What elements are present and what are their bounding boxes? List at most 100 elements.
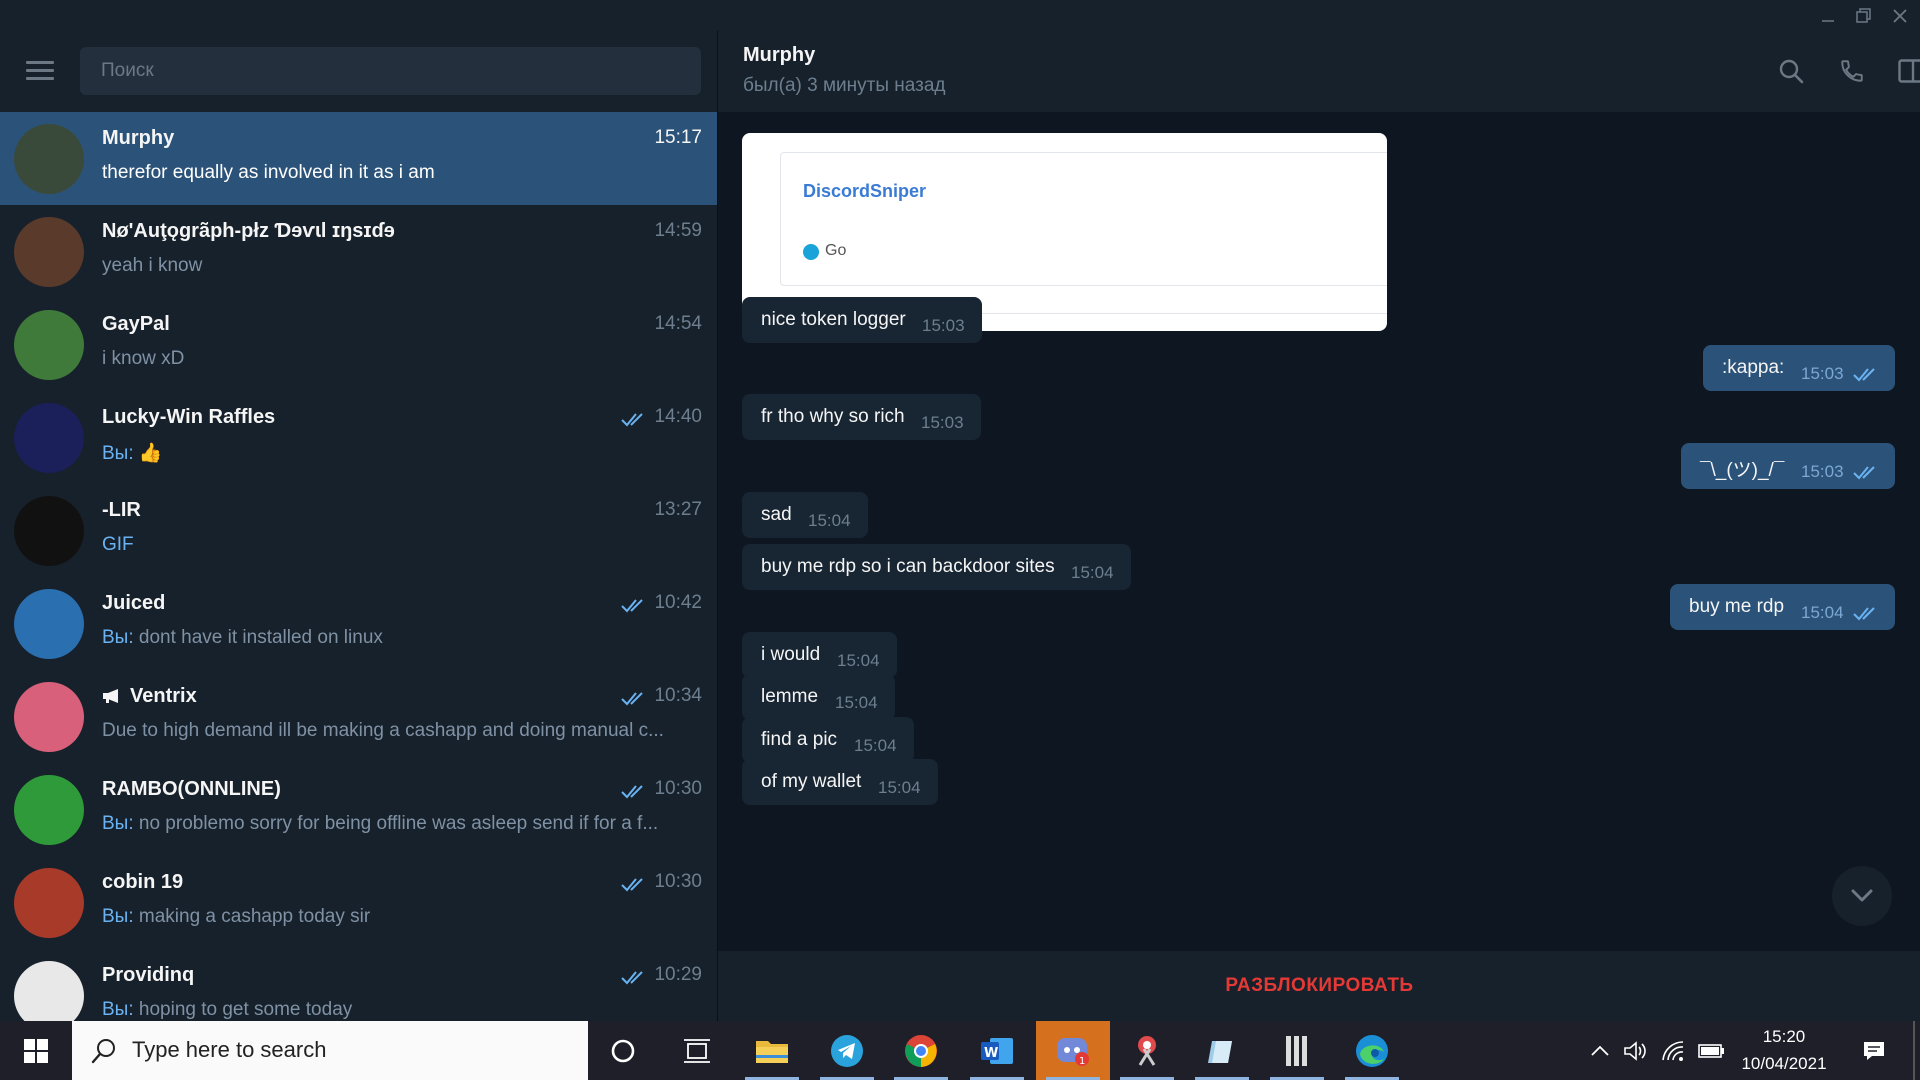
chat-list-item[interactable]: Juiced 10:42 Вы: dont have it installed on… [0, 577, 717, 670]
avatar [14, 403, 84, 473]
incoming-message[interactable]: buy me rdp so i can backdoor sites 15:04 [742, 544, 1131, 590]
message-history[interactable]: DiscordSniper Go nice token logger 15:03:… [717, 112, 1920, 951]
chat-time: 14:40 [654, 406, 702, 427]
chat-name-text: cobin 19 [102, 871, 184, 893]
preview-status: Go [825, 242, 847, 259]
cortana-icon [611, 1039, 635, 1062]
chat-preview-text: GIF [102, 534, 134, 555]
chat-time: 10:30 [654, 778, 702, 799]
message-time: 15:04 [1071, 563, 1114, 582]
app-icon [1286, 1035, 1307, 1066]
message-time: 15:04 [854, 736, 897, 755]
chat-name: Ventrix [102, 685, 197, 708]
chat-preview: GIF [102, 534, 700, 556]
incoming-message[interactable]: find a pic 15:04 [742, 717, 914, 763]
message-time: 15:03 [921, 413, 964, 432]
chat-time: 15:17 [654, 127, 702, 148]
volume-button[interactable] [1618, 1021, 1652, 1080]
chat-preview: Вы: making a cashapp today sir [102, 906, 700, 928]
you-prefix: Вы: [102, 443, 134, 464]
clock-date[interactable]: 10/04/2021 [1736, 1054, 1832, 1074]
avatar [14, 961, 84, 1021]
unblock-button[interactable]: РАЗБЛОКИРОВАТЬ [718, 951, 1920, 1021]
taskbar-edge[interactable] [1335, 1021, 1409, 1080]
incoming-message[interactable]: sad 15:04 [742, 492, 868, 538]
taskbar-file-explorer[interactable] [735, 1021, 809, 1080]
outgoing-message[interactable]: :kappa: 15:03 [1703, 345, 1895, 391]
taskbar-search-placeholder: Type here to search [132, 1037, 327, 1062]
chat-time: 13:27 [654, 499, 702, 520]
incoming-message[interactable]: fr tho why so rich 15:03 [742, 394, 981, 440]
avatar [14, 310, 84, 380]
restore-button[interactable] [1844, 0, 1884, 31]
taskbar-notes[interactable] [1185, 1021, 1259, 1080]
read-checkmarks-icon [621, 969, 647, 985]
taskbar-chrome[interactable] [884, 1021, 958, 1080]
chat-time: 14:59 [654, 220, 702, 241]
chat-preview: yeah i know [102, 255, 700, 277]
read-checkmarks-icon [621, 411, 647, 427]
incoming-message[interactable]: nice token logger 15:03 [742, 297, 982, 343]
peer-name[interactable]: Murphy [743, 44, 815, 67]
outgoing-message[interactable]: ¯\_(ツ)_/¯ 15:03 [1681, 443, 1895, 489]
chat-name: RAMBO(ONNLINE) [102, 778, 281, 801]
you-prefix: Вы: [102, 627, 134, 648]
preview-title: DiscordSniper [803, 181, 927, 201]
taskbar-word[interactable]: W [960, 1021, 1034, 1080]
close-button[interactable] [1880, 0, 1920, 31]
chat-list-item[interactable]: cobin 19 10:30 Вы: making a cashapp today … [0, 856, 717, 949]
clock-time[interactable]: 15:20 [1736, 1027, 1832, 1047]
chat-preview: Вы: dont have it installed on linux [102, 627, 700, 649]
battery-button[interactable] [1694, 1021, 1730, 1080]
chat-list-item[interactable]: Murphy 15:17 therefor equally as involved … [0, 112, 717, 205]
cortana-button[interactable] [586, 1021, 660, 1080]
discord-icon: 1 [1057, 1037, 1089, 1067]
chat-list-item[interactable]: Lucky-Win Raffles 14:40 Вы: 👍 [0, 391, 717, 484]
start-button[interactable] [0, 1021, 72, 1080]
incoming-message[interactable]: of my wallet 15:04 [742, 759, 938, 805]
chat-time: 10:29 [654, 964, 702, 985]
chat-preview-text: making a cashapp today sir [138, 906, 371, 927]
taskbar-discord[interactable]: 1 [1036, 1021, 1110, 1080]
chat-list-item[interactable]: Nø'Auţǫgrãph-płz Ɗɘѵɩl ɪŋsɪɗɘ 14:59 yeah i… [0, 205, 717, 298]
taskbar-app[interactable] [1260, 1021, 1334, 1080]
chat-name: Juiced [102, 592, 165, 615]
chat-time: 14:54 [654, 313, 702, 334]
chevron-up-icon [1591, 1045, 1609, 1056]
chat-name-text: GayPal [102, 313, 170, 335]
chat-preview-text: 👍 [138, 443, 163, 464]
phone-icon[interactable] [1834, 53, 1870, 89]
chat-name-text: RAMBO(ONNLINE) [102, 778, 281, 800]
chat-list-item[interactable]: -LIR 13:27 GIF [0, 484, 717, 577]
sidebar-toggle-icon[interactable] [1893, 53, 1920, 89]
task-view-button[interactable] [660, 1021, 734, 1080]
read-checkmarks-icon [1853, 605, 1879, 621]
show-desktop-button[interactable] [1913, 1021, 1915, 1080]
taskbar-search-box[interactable]: Type here to search [72, 1021, 588, 1080]
action-center-button[interactable] [1852, 1021, 1896, 1080]
incoming-message[interactable]: i would 15:04 [742, 632, 897, 678]
chat-list-item[interactable]: Ventrix 10:34 Due to high demand ill be ma… [0, 670, 717, 763]
sidebar-header [0, 31, 717, 112]
incoming-message[interactable]: lemme 15:04 [742, 674, 895, 720]
show-hidden-icons-button[interactable] [1584, 1021, 1616, 1080]
chat-list-item[interactable]: Providinq 10:29 Вы: hoping to get some tod… [0, 949, 717, 1021]
windows-logo-icon [24, 1038, 48, 1063]
network-button[interactable] [1655, 1021, 1691, 1080]
hamburger-menu-icon[interactable] [24, 59, 56, 83]
read-checkmarks-icon [1853, 366, 1879, 382]
chat-search-input[interactable] [80, 47, 701, 95]
minimize-button[interactable] [1808, 0, 1848, 31]
avatar [14, 868, 84, 938]
message-text: buy me rdp so i can backdoor sites [761, 556, 1055, 577]
taskbar-snipping[interactable] [1110, 1021, 1184, 1080]
chat-list-item[interactable]: GayPal 14:54 i know xD [0, 298, 717, 391]
chat-list-item[interactable]: RAMBO(ONNLINE) 10:30 Вы: no problemo sorry… [0, 763, 717, 856]
taskbar-telegram[interactable] [810, 1021, 884, 1080]
chat-header: Murphy был(а) 3 минуты назад [717, 31, 1920, 112]
message-text: of my wallet [761, 771, 862, 792]
scroll-to-bottom-button[interactable] [1832, 866, 1892, 926]
message-text: i would [761, 644, 821, 665]
search-icon[interactable] [1773, 53, 1809, 89]
outgoing-message[interactable]: buy me rdp 15:04 [1670, 584, 1895, 630]
